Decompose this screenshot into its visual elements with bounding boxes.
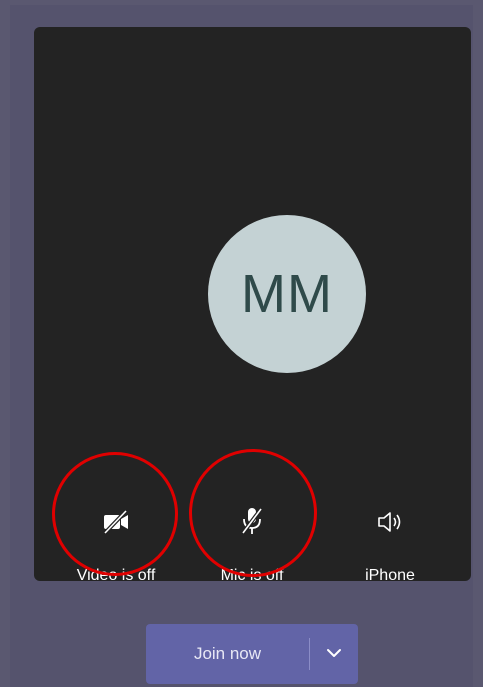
avatar: MM — [208, 215, 366, 373]
join-button-group: Join now — [146, 624, 358, 684]
audio-device-label: iPhone — [365, 567, 415, 584]
highlight-ring-video — [52, 452, 178, 576]
avatar-initials: MM — [241, 264, 333, 324]
speaker-icon — [330, 505, 450, 539]
chevron-down-icon — [326, 645, 342, 663]
join-options-dropdown[interactable] — [310, 624, 358, 684]
join-now-button[interactable]: Join now — [146, 624, 309, 684]
audio-device-button[interactable]: iPhone — [330, 505, 450, 585]
highlight-ring-mic — [189, 449, 317, 577]
